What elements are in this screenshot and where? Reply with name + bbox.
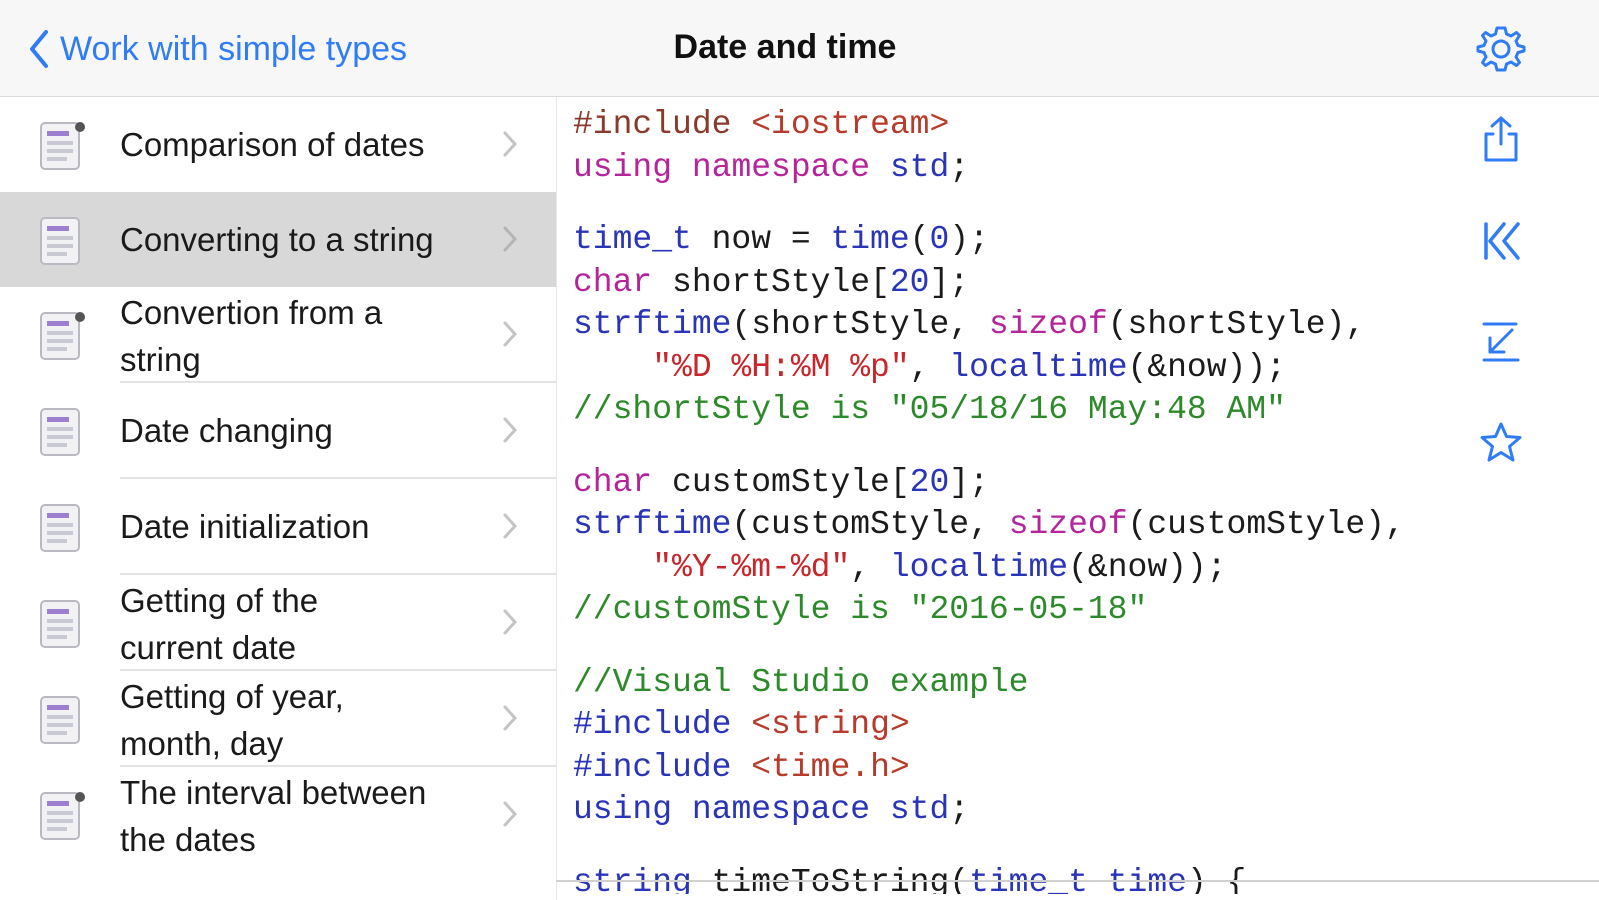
list-item-label: Date changing [120,412,333,449]
chevron-right-icon [503,513,518,539]
list-item-date-initialization[interactable]: Date initialization [0,479,556,574]
chevron-right-icon [503,801,518,827]
download-icon[interactable] [1478,318,1524,364]
list-item-label: The interval between the dates [120,774,427,858]
code-file-icon [36,307,88,363]
list-item-label: Comparison of dates [120,126,425,163]
page-title: Date and time [673,28,897,66]
code-line: string timeToString(time_t time) { [573,863,1247,895]
code-line: //Visual Studio example [573,663,1029,701]
code-file-icon [36,212,88,268]
list-item-label: Getting of the current date [120,582,319,666]
list-item-label: Converting to a string [120,221,434,258]
code-line: using namespace std; [573,791,970,828]
chevron-left-icon [30,30,48,68]
code-file-icon [36,691,88,747]
list-item-the-interval-between-the-dates[interactable]: The interval between the dates [0,767,556,862]
settings-gear-icon[interactable] [1474,22,1528,76]
code-view: #include <iostream> using namespace std; t… [573,104,1453,894]
code-line: using namespace std; [573,148,970,186]
first-page-icon[interactable] [1478,218,1524,264]
chevron-right-icon [503,609,518,635]
code-line: strftime(customStyle, sizeof(customStyle… [573,506,1405,543]
list-item-convertion-from-a-string[interactable]: Convertion from a string [0,287,556,382]
chevron-right-icon [503,705,518,731]
chevron-right-icon [503,321,518,347]
favorite-star-icon[interactable] [1478,420,1524,466]
chevron-right-icon [503,226,518,252]
code-file-icon [36,499,88,555]
code-line: char shortStyle[20]; [573,263,970,301]
list-item-label: Date initialization [120,508,370,545]
code-file-icon [36,595,88,651]
list-item-date-changing[interactable]: Date changing [0,383,556,478]
chevron-right-icon [503,417,518,443]
code-file-icon [36,787,88,843]
share-icon[interactable] [1478,114,1524,162]
list-item-comparison-of-dates[interactable]: Comparison of dates [0,97,556,192]
code-line: "%Y-%m-%d", localtime(&now)); [652,548,1227,586]
code-line: //shortStyle is "05/18/16 May:48 AM" [573,391,1286,428]
code-line: #include <time.h> [573,748,910,786]
pane-divider [556,97,557,900]
code-line: time_t now = time(0); [573,221,989,258]
list-item-label: Convertion from a string [120,294,383,378]
code-line: strftime(shortStyle, sizeof(shortStyle), [573,306,1366,343]
code-file-icon [36,403,88,459]
navigation-bar: Work with simple types Date and time [0,0,1599,97]
code-line: #include <iostream> [573,106,950,143]
code-line: char customStyle[20]; [573,463,989,501]
list-item-getting-of-year-month-day[interactable]: Getting of year, month, day [0,671,556,766]
code-line: //customStyle is "2016-05-18" [573,591,1148,628]
code-file-icon [36,117,88,173]
topic-list: Comparison of dates Converting to a stri… [0,97,556,900]
code-line: #include <string> [573,706,910,743]
side-toolbar [1470,100,1530,500]
list-item-converting-to-a-string[interactable]: Converting to a string [0,192,556,287]
code-line: "%D %H:%M %p", localtime(&now)); [652,348,1286,386]
back-button-label: Work with simple types [60,29,408,68]
list-item-getting-of-the-current-date[interactable]: Getting of the current date [0,575,556,670]
back-button[interactable]: Work with simple types [28,22,407,76]
bottom-separator [556,880,1599,882]
list-item-label: Getting of year, month, day [120,678,344,762]
chevron-right-icon [503,131,518,157]
